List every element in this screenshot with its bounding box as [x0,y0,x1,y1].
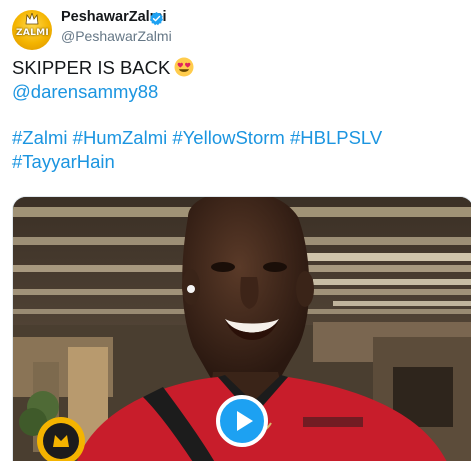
play-icon [237,411,253,431]
crest-icon [25,13,39,25]
hashtag-link[interactable]: #HBLPSLV [290,127,382,148]
tweet-line-1: SKIPPER IS BACK [12,56,462,80]
verified-badge-icon [149,11,164,26]
hashtag-link[interactable]: #TayyarHain [12,151,115,172]
hashtag-line-2: #TayyarHain [12,150,462,174]
tweet-headline: SKIPPER IS BACK [12,57,171,78]
hashtag-line-1: #Zalmi #HumZalmi #YellowStorm #HBLPSLV [12,126,462,150]
avatar-logo-text: ZALMI [16,28,50,38]
hashtag-link[interactable]: #Zalmi [12,127,68,148]
tweet-text: SKIPPER IS BACK @darensammy88 #Zalmi #Hu… [12,56,462,173]
author-handle[interactable]: @PeshawarZalmi [61,28,172,44]
heart-eyes-emoji-icon [174,57,194,77]
hashtag-link[interactable]: #YellowStorm [172,127,284,148]
play-button[interactable] [216,395,268,447]
hashtag-link[interactable]: #HumZalmi [73,127,168,148]
tweet-card: ZALMI PeshawarZalmi @PeshawarZalmi SKIPP… [0,0,471,461]
avatar[interactable]: ZALMI [12,10,52,50]
video-player[interactable] [12,196,471,461]
mention-link[interactable]: @darensammy88 [12,80,462,104]
